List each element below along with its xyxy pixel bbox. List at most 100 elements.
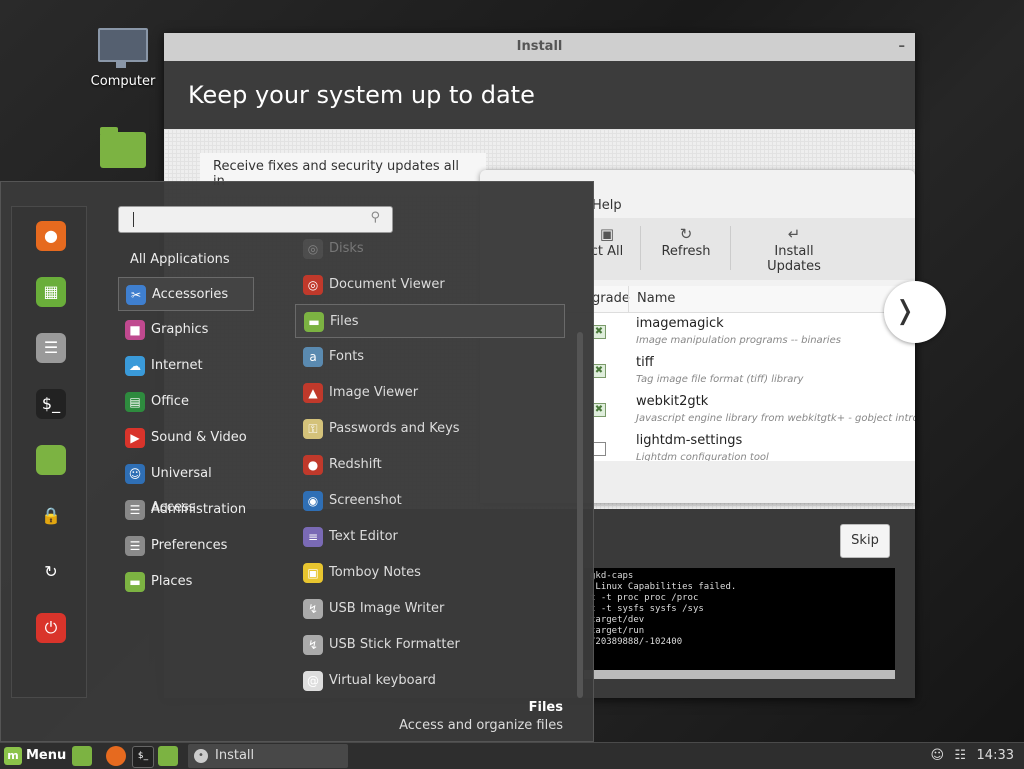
install-task-icon: •: [194, 749, 208, 763]
category-graphics[interactable]: ■ Graphics: [118, 313, 254, 347]
menu-help[interactable]: Help: [592, 198, 622, 213]
app-item-usb-stick-formatter[interactable]: ↯ USB Stick Formatter: [295, 628, 565, 662]
package-name: lightdm-settings: [636, 433, 743, 448]
network-icon[interactable]: ☷: [954, 743, 966, 769]
terminal-line: t -t proc proc /proc: [590, 593, 699, 603]
files-folder-icon[interactable]: [36, 445, 66, 475]
desktop-icon-computer[interactable]: Computer: [83, 28, 163, 89]
user-icon[interactable]: ☺: [930, 743, 944, 769]
menu-button[interactable]: m Menu: [4, 746, 66, 766]
app-label: Text Editor: [329, 529, 398, 544]
app-item-passwords-and-keys[interactable]: ⚿ Passwords and Keys: [295, 412, 565, 446]
upgrade-checkbox[interactable]: ✖: [592, 364, 606, 378]
taskbar-item-label: Install: [215, 748, 255, 763]
minimize-button[interactable]: –: [899, 33, 906, 61]
category-preferences[interactable]: ☰ Preferences: [118, 529, 254, 563]
taskbar-item-install[interactable]: • Install: [188, 744, 348, 768]
category-label: Preferences: [151, 538, 228, 553]
shutdown-icon[interactable]: ⏻: [36, 613, 66, 643]
category-label: Places: [151, 574, 193, 589]
terminal-scrollbar[interactable]: [584, 670, 895, 679]
category-office[interactable]: ▤ Office: [118, 385, 254, 419]
app-item-screenshot[interactable]: ◉ Screenshot: [295, 484, 565, 518]
files-launcher-icon[interactable]: [158, 746, 178, 766]
app-label: Virtual keyboard: [329, 673, 436, 688]
universal-access-icon: ☺: [125, 464, 145, 484]
column-name[interactable]: Name: [637, 291, 675, 306]
terminal-line: t -t sysfs sysfs /sys: [590, 604, 704, 614]
install-titlebar[interactable]: Install –: [164, 33, 915, 61]
terminal-line: Linux Capabilities failed.: [590, 582, 737, 592]
install-updates-button[interactable]: ↵ Install Updates: [746, 224, 842, 274]
app-label: USB Image Writer: [329, 601, 445, 616]
app-item-usb-image-writer[interactable]: ↯ USB Image Writer: [295, 592, 565, 626]
refresh-button[interactable]: ↻ Refresh: [656, 224, 716, 274]
fonts-icon: a: [303, 347, 323, 367]
software-manager-icon[interactable]: ▦: [36, 277, 66, 307]
mint-logo-icon: m: [4, 746, 22, 765]
package-name: tiff: [636, 355, 654, 370]
install-updates-icon: ↵: [787, 225, 801, 243]
app-description-title: Files: [528, 700, 563, 715]
category-sound-video[interactable]: ▶ Sound & Video: [118, 421, 254, 455]
graphics-icon: ■: [125, 320, 145, 340]
menu-scrollbar[interactable]: [577, 332, 583, 698]
all-applications[interactable]: All Applications: [130, 252, 230, 267]
toolbar-separator: [640, 226, 641, 270]
app-item-fonts[interactable]: a Fonts: [295, 340, 565, 374]
app-description-text: Access and organize files: [399, 718, 563, 733]
category-label: Sound & Video: [151, 430, 247, 445]
skip-button[interactable]: Skip: [840, 524, 890, 558]
app-item-document-viewer[interactable]: ◎ Document Viewer: [295, 268, 565, 302]
search-input[interactable]: ⚲: [118, 206, 393, 233]
clock[interactable]: 14:33: [977, 743, 1014, 769]
package-description: Tag image file format (tiff) library: [636, 374, 804, 385]
desktop-icon-label: Computer: [90, 74, 156, 89]
settings-icon[interactable]: ☰: [36, 333, 66, 363]
internet-icon: ☁: [125, 356, 145, 376]
text-cursor: [133, 212, 134, 227]
category-accessories[interactable]: ✂ Accessories: [118, 277, 254, 311]
category-places[interactable]: ▬ Places: [118, 565, 254, 599]
logout-icon[interactable]: ↻: [36, 557, 66, 587]
lock-screen-icon[interactable]: 🔒: [36, 501, 66, 531]
upgrade-checkbox[interactable]: ✖: [592, 442, 606, 456]
firefox-icon[interactable]: ●: [36, 221, 66, 251]
app-item-files[interactable]: ▬ Files: [295, 304, 565, 338]
upgrade-checkbox[interactable]: ✖: [592, 403, 606, 417]
window-title: Install: [516, 39, 563, 54]
document-viewer-icon: ◎: [303, 275, 323, 295]
screenshot-icon: ◉: [303, 491, 323, 511]
category-universal-access[interactable]: ☺ Universal Access: [118, 457, 254, 515]
search-icon: ⚲: [370, 210, 380, 225]
image-viewer-icon: ▲: [303, 383, 323, 403]
category-administration[interactable]: ☰ Administration: [118, 493, 254, 527]
category-internet[interactable]: ☁ Internet: [118, 349, 254, 383]
app-label: Disks: [329, 241, 364, 256]
app-label: Tomboy Notes: [329, 565, 421, 580]
package-name: imagemagick: [636, 316, 724, 331]
app-item-image-viewer[interactable]: ▲ Image Viewer: [295, 376, 565, 410]
administration-icon: ☰: [125, 500, 145, 520]
app-label: USB Stick Formatter: [329, 637, 460, 652]
desktop-icon-home[interactable]: [83, 127, 163, 168]
app-label: Fonts: [329, 349, 365, 364]
terminal-icon[interactable]: $_: [36, 389, 66, 419]
terminal-line: gkd-caps: [590, 571, 634, 581]
app-item-redshift[interactable]: ● Redshift: [295, 448, 565, 482]
app-label: Files: [330, 314, 359, 329]
app-item-tomboy-notes[interactable]: ▣ Tomboy Notes: [295, 556, 565, 590]
upgrade-checkbox[interactable]: ✖: [592, 325, 606, 339]
column-upgrade[interactable]: grade: [592, 291, 630, 306]
app-item-disks[interactable]: ◎ Disks: [295, 232, 565, 266]
app-item-text-editor[interactable]: ≡ Text Editor: [295, 520, 565, 554]
favorites-panel: ● ▦ ☰ $_ 🔒 ↻ ⏻: [11, 206, 87, 698]
disks-icon: ◎: [303, 239, 323, 259]
show-desktop-icon[interactable]: [72, 746, 92, 766]
firefox-launcher-icon[interactable]: [106, 746, 126, 766]
category-label: Administration: [151, 502, 247, 517]
app-item-virtual-keyboard[interactable]: @ Virtual keyboard: [295, 664, 565, 698]
select-all-label: ct All: [590, 244, 624, 259]
terminal-launcher-icon[interactable]: $_: [132, 746, 154, 768]
next-arrow-button[interactable]: ❭: [884, 281, 946, 343]
